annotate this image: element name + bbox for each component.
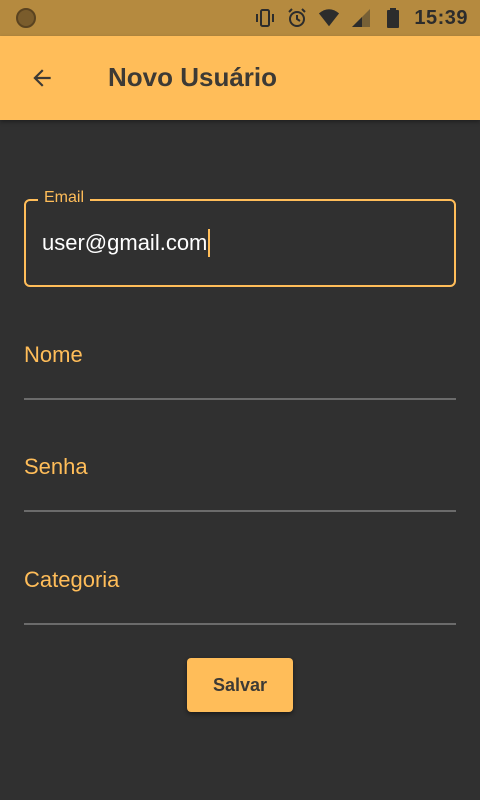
arrow-back-icon (33, 69, 51, 87)
nome-label: Nome (24, 342, 83, 367)
battery-icon (382, 7, 404, 29)
categoria-field[interactable]: Categoria (24, 561, 456, 625)
back-button[interactable] (18, 54, 66, 102)
notification-icon (16, 8, 36, 28)
app-bar: Novo Usuário (0, 36, 480, 120)
vibrate-icon (254, 7, 276, 29)
page-title: Novo Usuário (108, 62, 278, 92)
status-time: 15:39 (414, 6, 468, 29)
senha-label: Senha (24, 454, 88, 479)
categoria-label: Categoria (24, 567, 120, 592)
email-input[interactable]: user@gmail.com (42, 229, 211, 257)
alarm-icon (286, 7, 308, 29)
save-button[interactable]: Salvar (187, 658, 293, 712)
text-cursor (208, 229, 211, 257)
status-bar: 15:39 (0, 0, 480, 36)
email-label: Email (38, 189, 91, 207)
wifi-icon (318, 7, 340, 29)
email-value: user@gmail.com (42, 230, 208, 255)
status-icons: 15:39 (254, 0, 468, 36)
nome-field[interactable]: Nome (24, 336, 456, 400)
signal-icon (350, 7, 372, 29)
email-field[interactable]: Email user@gmail.com (24, 189, 456, 287)
senha-field[interactable]: Senha (24, 448, 456, 512)
